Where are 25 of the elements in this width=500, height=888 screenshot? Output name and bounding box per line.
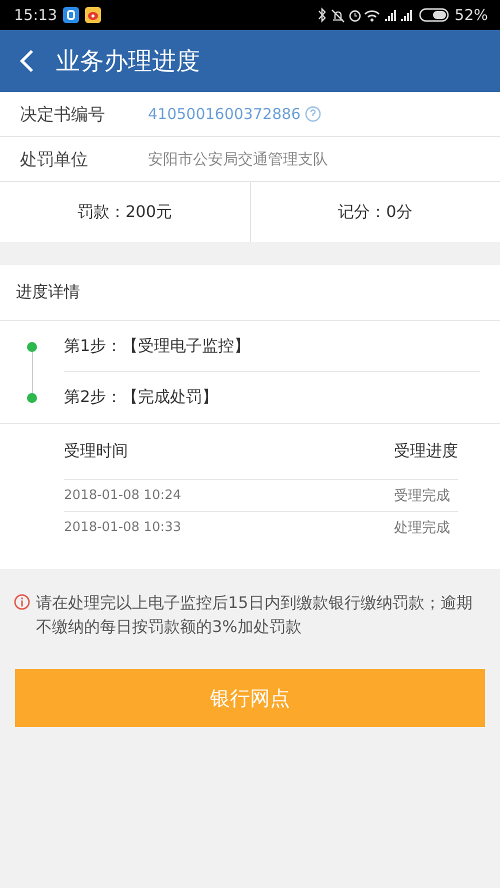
summary-text: 记分：0分 [338,202,412,222]
table-cell: 处理完成 [394,518,450,536]
notice-text: 请在处理完以上电子监控后15日内到缴款银行缴纳罚款；逾期不缴纳的每日按罚款额的3%加处罚款 [36,592,474,638]
bank-branches-button[interactable]: 银行网点 [15,669,485,727]
column-header: 受理时间 [64,441,128,462]
step-text: 第1步：【受理电子监控】 [64,336,250,356]
section-title: 进度详情 [16,282,80,303]
step-text: 第2步：【完成处罚】 [64,387,218,408]
info-label: 处罚单位 [20,148,89,170]
app-notification-icon [85,7,102,23]
info-value: 安阳市公安局交通管理支队 [148,150,328,168]
battery-percent: 52% [454,6,488,24]
column-header: 受理进度 [394,441,458,462]
back-icon[interactable] [18,48,36,74]
decision-number-link[interactable]: 4105001600372886 [148,105,301,123]
table-cell: 2018-01-08 10:24 [64,488,182,503]
battery-icon [418,8,449,22]
table-cell: 2018-01-08 10:33 [64,520,182,535]
app-notification-icon [63,7,80,23]
summary-text: 罚款：200元 [77,202,172,222]
table-cell: 受理完成 [394,486,450,504]
header-title: 业务办理进度 [56,46,200,77]
status-time: 15:13 [14,6,58,24]
info-icon [14,594,30,610]
info-label: 决定书编号 [20,104,106,126]
